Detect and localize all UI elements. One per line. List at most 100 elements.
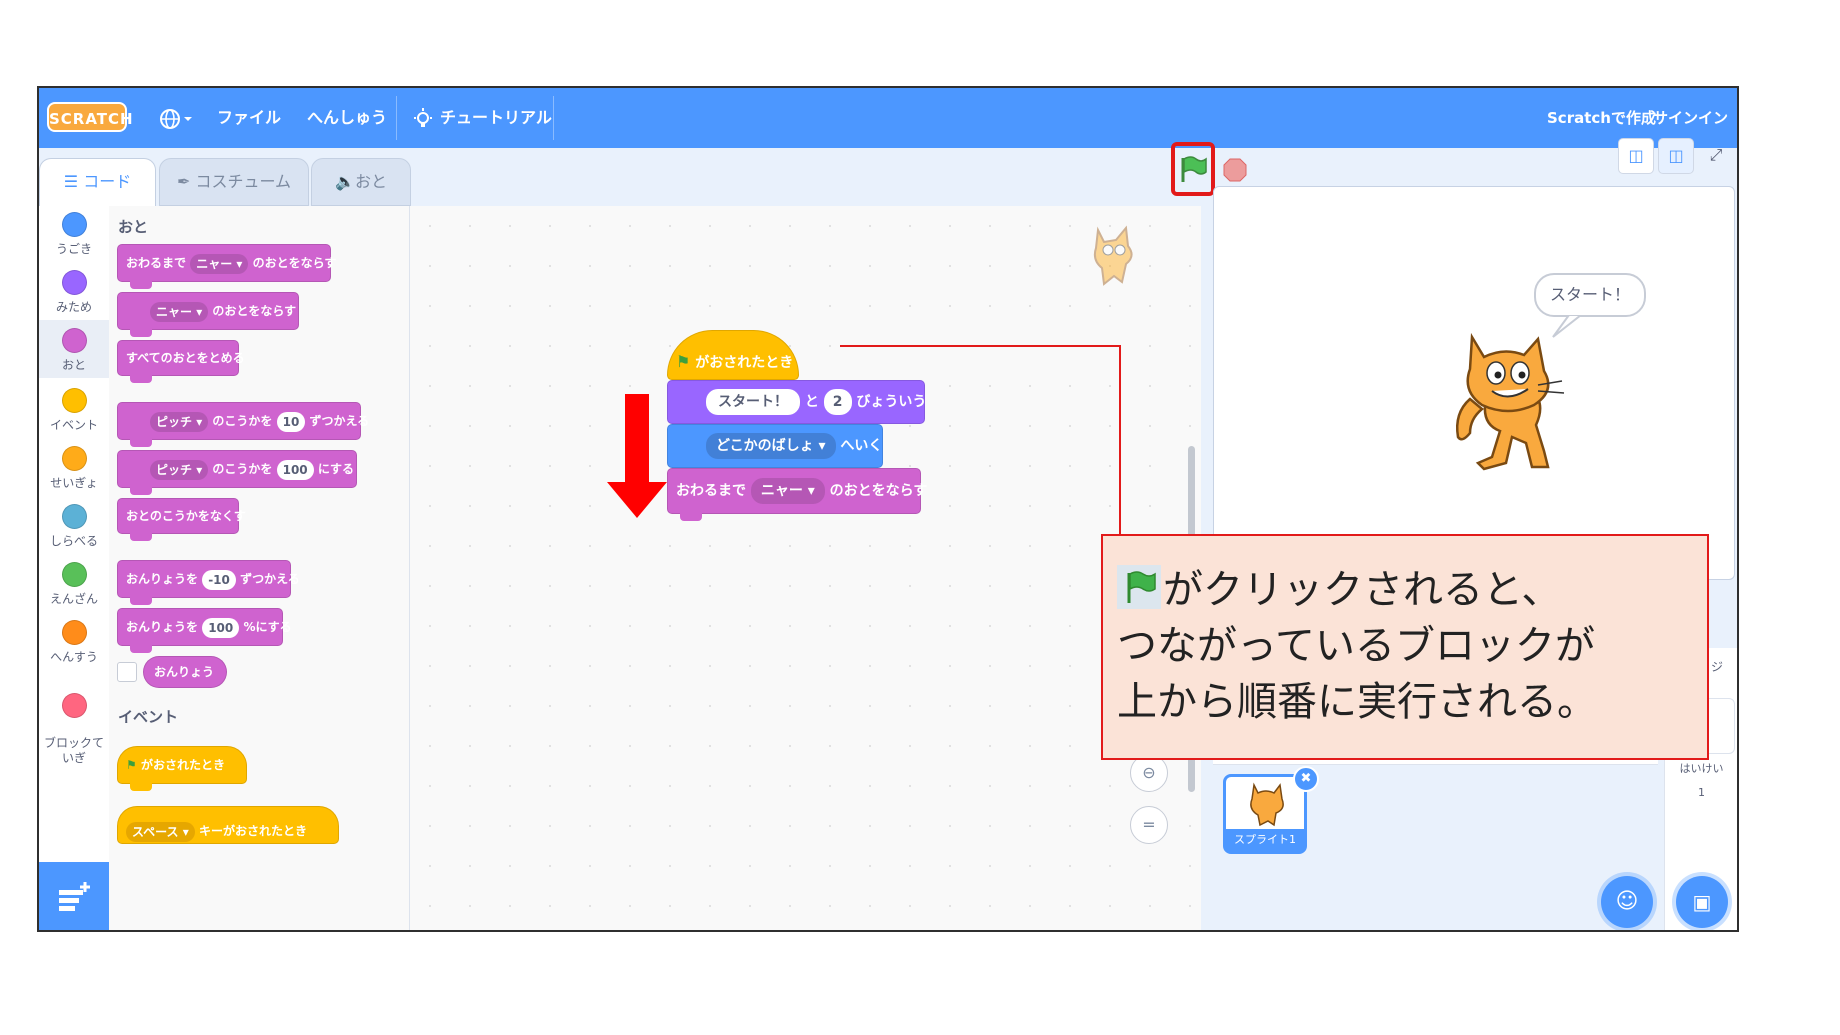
block-notch: [130, 439, 152, 447]
stage[interactable]: スタート！: [1213, 186, 1735, 580]
reporter-volume[interactable]: おんりょう: [143, 656, 227, 688]
menu-divider: [396, 96, 397, 140]
sound-dropdown[interactable]: ニャー ▾: [190, 253, 249, 274]
script-block-say-for-secs[interactable]: スタート！ と 2 びょういう: [667, 380, 926, 424]
number-input[interactable]: 100: [276, 459, 314, 480]
sprite-watermark-icon: [1093, 225, 1133, 286]
menu-divider: [553, 96, 554, 140]
category-variables[interactable]: へんすう: [39, 620, 109, 670]
number-input[interactable]: -10: [202, 569, 236, 590]
category-dot: [61, 562, 87, 587]
number-input[interactable]: 100: [202, 617, 240, 638]
palette-heading-events: イベント: [118, 708, 179, 726]
script-block-go-to[interactable]: どこかのばしょ ▾ へいく: [667, 424, 883, 468]
secs-input[interactable]: 2: [823, 389, 852, 415]
category-looks[interactable]: みため: [39, 270, 109, 320]
tab-code[interactable]: ☰ コード: [39, 158, 156, 207]
language-globe-icon[interactable]: [159, 88, 193, 148]
block-notch: [130, 375, 152, 383]
script-workspace[interactable]: ⚑ がおされたとき スタート！ と 2 びょういう どこかのばしょ ▾ へいく …: [410, 206, 1201, 930]
speaker-icon: 🔈: [335, 172, 355, 191]
speech-bubble: スタート！: [1534, 273, 1646, 317]
block-set-volume[interactable]: おんりょうを 100 %にする: [117, 608, 292, 653]
say-text-input[interactable]: スタート！: [706, 389, 800, 415]
effect-dropdown[interactable]: ピッチ ▾: [150, 411, 209, 432]
category-dot: [61, 388, 87, 413]
script-block-play-sound-until-done[interactable]: おわるまで ニャー ▾ のおとをならす: [667, 468, 927, 521]
block-text: のこうかを: [212, 462, 273, 476]
category-dot: [61, 328, 87, 353]
palette-heading-sound: おと: [118, 218, 149, 236]
block-text: ずつかえる: [240, 572, 300, 586]
effect-dropdown[interactable]: ピッチ ▾: [150, 459, 209, 480]
category-events[interactable]: イベント: [39, 388, 109, 438]
number-input[interactable]: 10: [276, 411, 306, 432]
block-set-effect[interactable]: ピッチ ▾ のこうかを 100 にする: [117, 450, 357, 495]
category-sensing[interactable]: しらべる: [39, 504, 109, 554]
tab-costumes[interactable]: ✒ コスチューム: [159, 158, 309, 206]
category-dot: [61, 504, 87, 529]
normal-stage-button[interactable]: ◫: [1658, 138, 1694, 174]
block-change-effect[interactable]: ピッチ ▾ のこうかを 10 ずつかえる: [117, 402, 369, 447]
block-text: にする: [317, 462, 354, 476]
dropdown-value: ニャー: [196, 256, 233, 271]
sound-dropdown[interactable]: ニャー ▾: [750, 478, 825, 504]
sound-dropdown[interactable]: ニャー ▾: [150, 301, 209, 322]
zoom-reset-button[interactable]: =: [1130, 806, 1168, 844]
block-text: キーがおされたとき: [198, 824, 307, 838]
tab-sounds[interactable]: 🔈おと: [311, 158, 411, 206]
stop-button[interactable]: [1223, 158, 1247, 182]
fullscreen-button[interactable]: ⤢: [1698, 138, 1734, 174]
block-play-sound-until-done[interactable]: おわるまで ニャー ▾ のおとをならす: [117, 244, 336, 289]
dropdown-value: どこかのばしょ: [716, 438, 814, 454]
block-change-volume[interactable]: おんりょうを -10 ずつかえる: [117, 560, 300, 605]
block-notch: [130, 645, 152, 653]
cat-add-icon: ☺: [1615, 889, 1639, 914]
block-clear-sound-effects[interactable]: おとのこうかをなくす: [117, 498, 246, 541]
callout-text: がクリックされると、: [1163, 567, 1562, 613]
key-dropdown[interactable]: スペース ▾: [126, 821, 195, 842]
category-label: えんざん: [49, 592, 98, 606]
add-sprite-button[interactable]: ☺: [1601, 876, 1653, 928]
block-text: おわるまで: [126, 256, 187, 270]
block-text: のおとをならす: [829, 483, 928, 499]
category-control[interactable]: せいぎょ: [39, 446, 109, 496]
block-notch: [680, 513, 702, 521]
category-label: おと: [61, 358, 86, 372]
go-to-dropdown[interactable]: どこかのばしょ ▾: [706, 433, 836, 459]
fullscreen-icon: ⤢: [1709, 145, 1723, 164]
dropdown-value: ニャー: [156, 304, 193, 319]
category-motion[interactable]: うごき: [39, 212, 109, 262]
green-flag-button[interactable]: [1178, 154, 1208, 184]
category-operators[interactable]: えんざん: [39, 562, 109, 612]
extension-icon: [59, 882, 90, 911]
category-my-blocks[interactable]: ブロックて いぎ: [39, 678, 109, 765]
block-stop-all-sounds[interactable]: すべてのおとをとめる: [117, 340, 245, 383]
category-menu: うごき みため おと イベント せいぎょ しらべる えんざん へんすう ブロック…: [39, 206, 110, 876]
block-when-flag-clicked[interactable]: ⚑ がおされたとき: [117, 746, 247, 791]
block-when-key-pressed[interactable]: スペース ▾ キーがおされたとき: [117, 806, 339, 844]
block-notch: [130, 281, 152, 289]
add-backdrop-button[interactable]: ▣: [1676, 876, 1728, 928]
callout-line-3: 上から順番に実行される。: [1117, 679, 1597, 725]
small-stage-icon: ◫: [1628, 146, 1644, 165]
menu-tutorials[interactable]: チュートリアル: [412, 88, 552, 148]
brush-icon: ✒: [176, 172, 191, 191]
stage-label-fragment: ジ: [1711, 660, 1724, 674]
scratch-logo[interactable]: SCRATCH: [47, 102, 133, 132]
block-notch: [130, 329, 152, 337]
menu-tutorials-label: チュートリアル: [440, 108, 552, 127]
delete-sprite-button[interactable]: ✖: [1293, 766, 1319, 792]
green-flag-icon: [1117, 565, 1161, 609]
script-hat-when-flag-clicked[interactable]: ⚑ がおされたとき: [667, 330, 799, 380]
menu-edit[interactable]: へんしゅう: [307, 88, 387, 148]
block-start-sound[interactable]: ニャー ▾ のおとをならす: [117, 292, 299, 337]
menu-file[interactable]: ファイル: [217, 88, 281, 148]
category-sound[interactable]: おと: [39, 320, 109, 378]
volume-monitor-checkbox[interactable]: [117, 662, 137, 682]
dropdown-value: スペース: [132, 824, 179, 839]
image-add-icon: ▣: [1692, 890, 1712, 914]
cat-sprite[interactable]: [1448, 333, 1572, 471]
small-stage-button[interactable]: ◫: [1618, 138, 1654, 174]
add-extension-button[interactable]: [39, 862, 109, 930]
